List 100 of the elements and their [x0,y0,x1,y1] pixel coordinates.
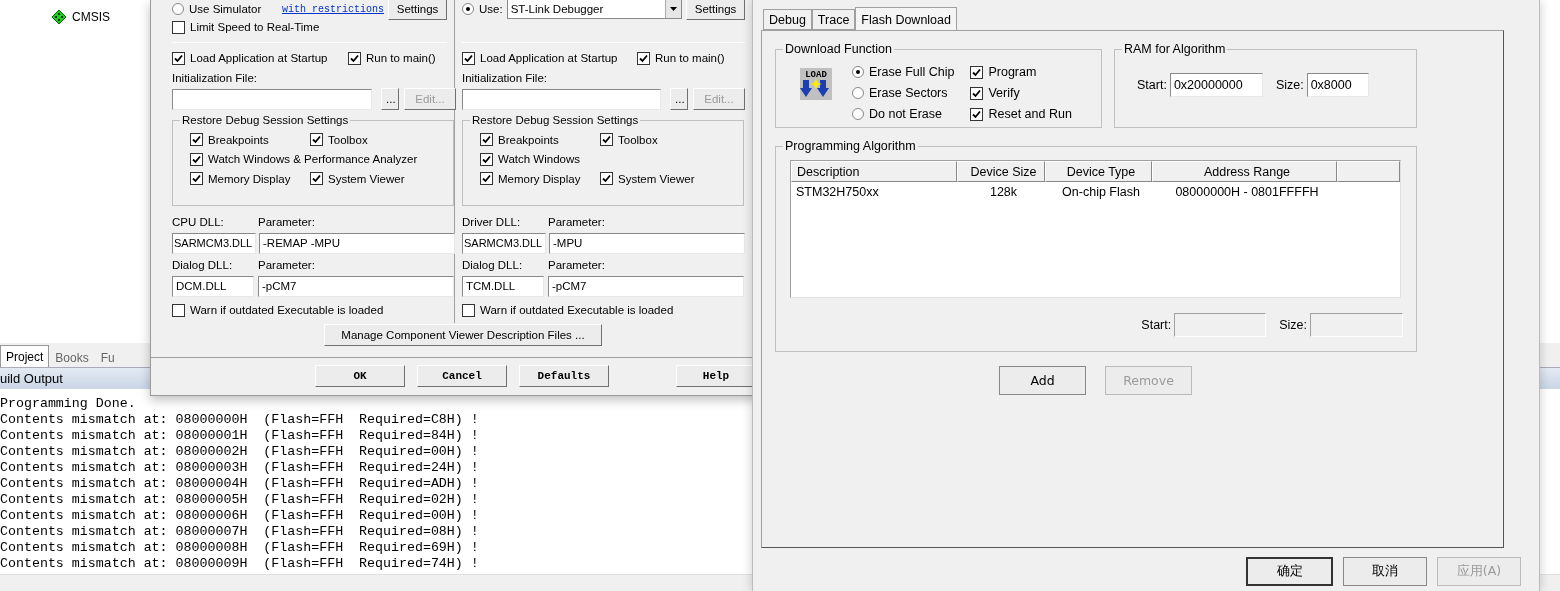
table-cell-text: 08000000H - 0801FFFFH [1174,185,1320,199]
column-header[interactable]: Address Range [1152,161,1337,182]
start-field[interactable] [1174,313,1267,337]
parameter-field[interactable]: -pCM7 [258,275,454,297]
settings-button[interactable]: Settings [388,0,447,20]
output-line: Programming Done. [0,396,136,412]
dll-field[interactable]: SARMCM3.DLL [172,232,256,254]
output-line: Contents mismatch at: 08000004H (Flash=FFH Required=ADH) ! [0,476,479,492]
checkbox[interactable] [637,51,650,65]
size-field[interactable] [1310,313,1403,337]
checkbox-label: Run to main() [655,52,725,64]
start-field[interactable]: 0x20000000 [1169,73,1263,97]
column-header[interactable]: Device Type [1045,161,1152,182]
parameter-field[interactable]: -pCM7 [548,275,744,297]
dialog-button[interactable]: 取消 [1343,557,1427,586]
field-label: Size: [1279,318,1307,332]
checkbox-label: Program [988,65,1037,79]
checkbox-label: Toolbox [328,133,368,146]
tab[interactable]: Flash Download [855,7,957,31]
checkbox-label: Watch Windows [498,153,580,166]
parameter-field[interactable]: -MPU [549,232,745,254]
table-cell-text: STM32H750xx [795,185,880,199]
checkbox[interactable] [600,172,613,186]
checkbox-label: Load Application at Startup [190,52,328,64]
browse-button[interactable]: ... [670,88,688,110]
radio-button[interactable] [462,3,474,15]
checkbox[interactable] [970,107,984,121]
dll-field[interactable]: DCM.DLL [172,275,254,297]
browse-button[interactable]: ... [381,88,399,110]
checkbox[interactable] [172,51,185,65]
debugger-dropdown[interactable]: ST-Link Debugger [506,0,682,19]
manage-button[interactable]: Manage Component Viewer Description Files ... [324,324,602,346]
tab[interactable]: Trace [811,9,856,30]
checkbox[interactable] [970,86,984,100]
checkbox[interactable] [970,65,984,79]
dialog-button[interactable]: Defaults [519,364,609,387]
field-label: Driver DLL: [462,216,522,228]
table-cell-text: 128k [988,185,1019,199]
checkbox[interactable] [190,172,203,186]
init-file-field[interactable] [172,88,372,110]
dll-field[interactable]: TCM.DLL [462,275,544,297]
radio-button[interactable] [852,108,864,120]
output-line: Contents mismatch at: 08000000H (Flash=FFH Required=C8H) ! [0,412,479,428]
output-line: Contents mismatch at: 08000008H (Flash=FFH Required=69H) ! [0,540,479,556]
output-line: Contents mismatch at: 08000005H (Flash=FFH Required=02H) ! [0,492,479,508]
checkbox[interactable] [172,20,185,34]
settings-button[interactable]: Settings [686,0,745,20]
dll-field[interactable]: SARMCM3.DLL [462,232,546,254]
checkbox[interactable] [462,51,475,65]
init-file-field[interactable] [462,88,661,110]
dialog-button[interactable]: 确定 [1246,557,1333,586]
radio-button[interactable] [172,3,184,15]
tree-item[interactable]: CMSIS [72,10,110,24]
dialog-button[interactable]: OK [315,364,405,387]
checkbox[interactable] [310,172,323,186]
radio-button[interactable] [852,66,864,78]
radio-label: Use Simulator [189,3,262,15]
checkbox-label: Run to main() [366,52,436,64]
group-title: Programming Algorithm [784,139,917,153]
output-line: Contents mismatch at: 08000003H (Flash=FFH Required=24H) ! [0,460,479,476]
component-icon [52,10,66,24]
output-line: Contents mismatch at: 08000007H (Flash=FFH Required=08H) ! [0,524,479,540]
checkbox-label: Reset and Run [988,107,1072,121]
checkbox[interactable] [600,133,613,147]
radio-button[interactable] [852,87,864,99]
column-header[interactable]: Device Size [957,161,1045,182]
checkbox[interactable] [480,152,493,166]
parameter-field[interactable]: -REMAP -MPU [259,232,455,254]
restrictions-link[interactable]: with restrictions [281,3,384,15]
panel-tab[interactable]: Project [0,345,50,367]
column-header[interactable] [1337,161,1400,182]
field-label: Size: [1275,78,1304,92]
add-button[interactable]: Add [999,366,1086,395]
checkbox-label: System Viewer [618,172,695,185]
column-header[interactable]: Description [791,161,957,182]
load-icon: LOAD [800,68,832,100]
checkbox[interactable] [172,303,185,317]
checkbox[interactable] [310,133,323,147]
checkbox-label: Warn if outdated Executable is loaded [190,304,384,316]
checkbox[interactable] [480,172,493,186]
size-field[interactable]: 0x8000 [1306,73,1369,97]
field-label: Start: [1141,318,1172,332]
checkbox[interactable] [348,51,361,65]
checkbox[interactable] [190,133,203,147]
table-cell-text: On-chip Flash [1061,185,1141,199]
radio-label: Erase Sectors [869,86,948,100]
group-title: Restore Debug Session Settings [181,114,350,126]
checkbox[interactable] [462,303,475,317]
checkbox-label: Limit Speed to Real-Time [190,21,320,33]
checkbox[interactable] [480,133,493,147]
field-label: Start: [1137,78,1167,92]
checkbox[interactable] [190,152,203,166]
field-label: Initialization File: [462,71,547,84]
checkbox-label: Breakpoints [498,133,559,146]
tab[interactable]: Debug [763,9,812,30]
output-line: Contents mismatch at: 08000006H (Flash=FFH Required=00H) ! [0,508,479,524]
dialog-button[interactable]: Cancel [417,364,507,387]
group-title: RAM for Algorithm [1123,42,1227,56]
checkbox-label: Verify [988,86,1020,100]
output-line: Contents mismatch at: 08000002H (Flash=FFH Required=00H) ! [0,444,479,460]
